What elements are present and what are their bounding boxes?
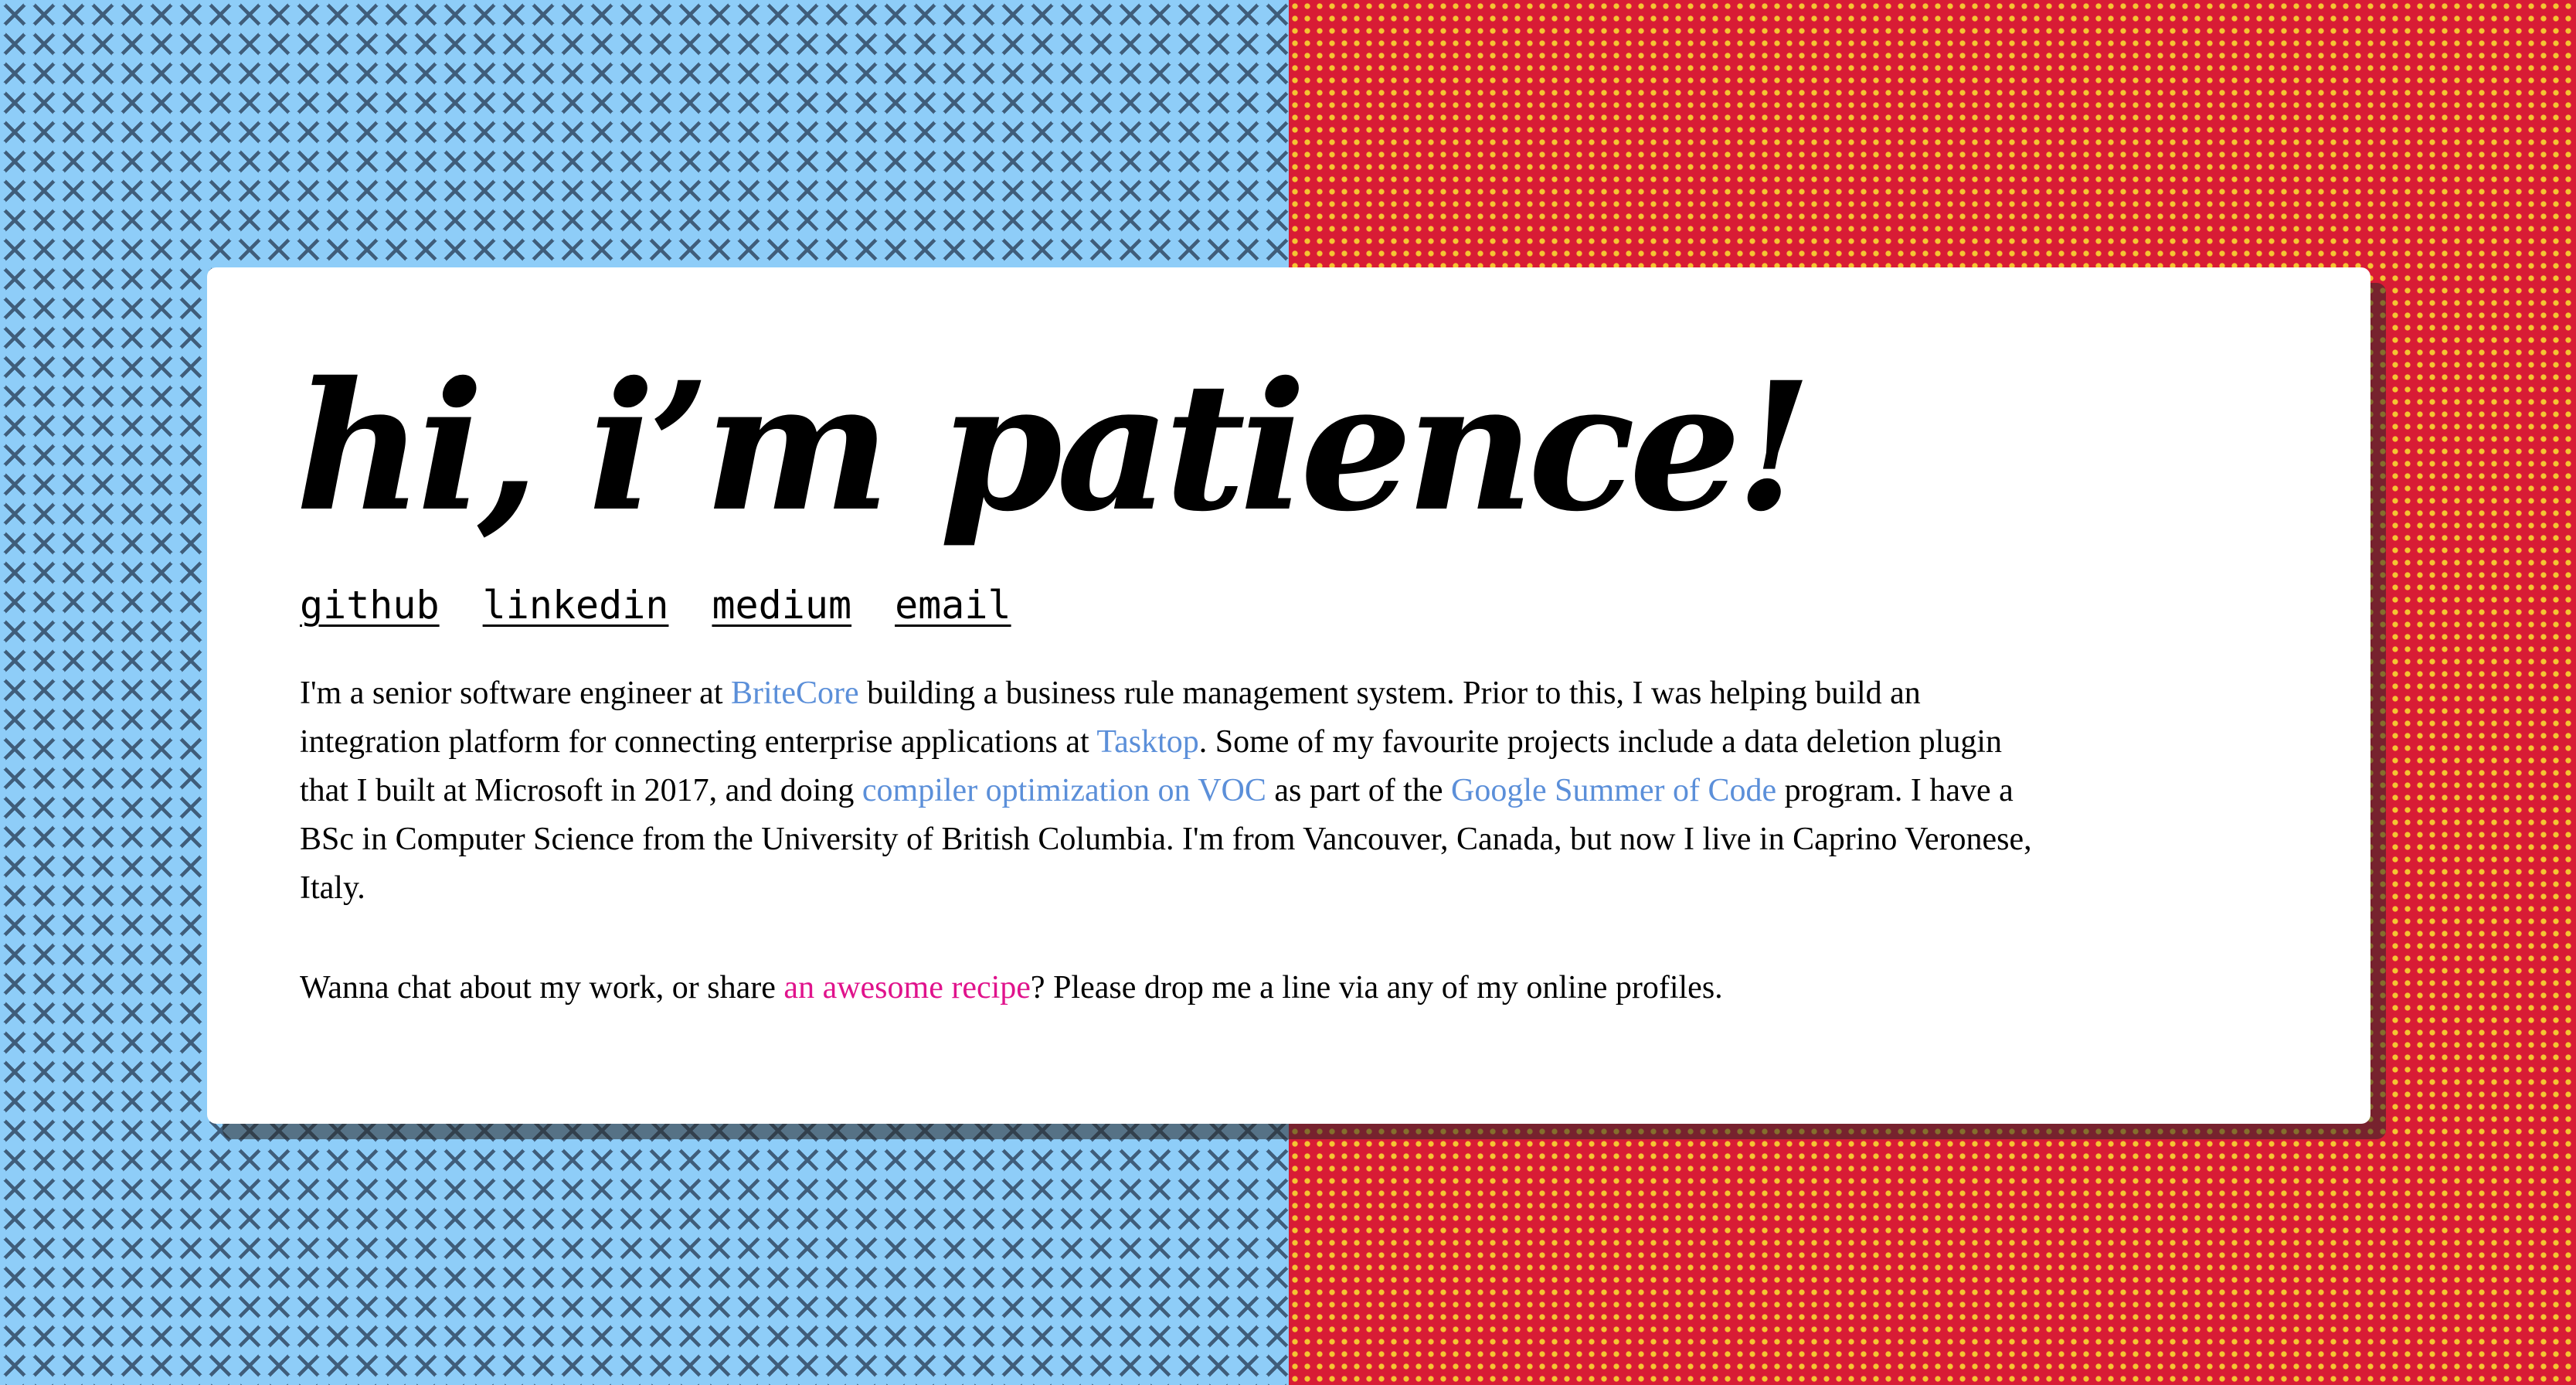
voc-link[interactable]: compiler optimization on VOC bbox=[862, 773, 1266, 808]
bio-text: as part of the bbox=[1266, 773, 1451, 808]
bio-text: I'm a senior software engineer at bbox=[300, 675, 731, 711]
page-title: hi, i’m patience! bbox=[295, 343, 1813, 550]
github-link[interactable]: github bbox=[300, 586, 440, 624]
contact-paragraph: Wanna chat about my work, or share an aw… bbox=[300, 964, 2046, 1012]
contact-text: Wanna chat about my work, or share bbox=[300, 970, 784, 1006]
intro-card: hi, i’m patience! github linkedin medium… bbox=[207, 267, 2370, 1124]
medium-link[interactable]: medium bbox=[712, 586, 851, 624]
tasktop-link[interactable]: Tasktop bbox=[1096, 724, 1198, 760]
profile-links: github linkedin medium email bbox=[300, 586, 2278, 624]
britecore-link[interactable]: BriteCore bbox=[731, 675, 859, 711]
contact-text: ? Please drop me a line via any of my on… bbox=[1030, 970, 1723, 1006]
bio-paragraph: I'm a senior software engineer at BriteC… bbox=[300, 669, 2046, 913]
bio-section: I'm a senior software engineer at BriteC… bbox=[300, 669, 2046, 1012]
email-link[interactable]: email bbox=[895, 586, 1011, 624]
recipe-link[interactable]: an awesome recipe bbox=[783, 970, 1031, 1006]
linkedin-link[interactable]: linkedin bbox=[483, 586, 669, 624]
gsoc-link[interactable]: Google Summer of Code bbox=[1451, 773, 1776, 808]
